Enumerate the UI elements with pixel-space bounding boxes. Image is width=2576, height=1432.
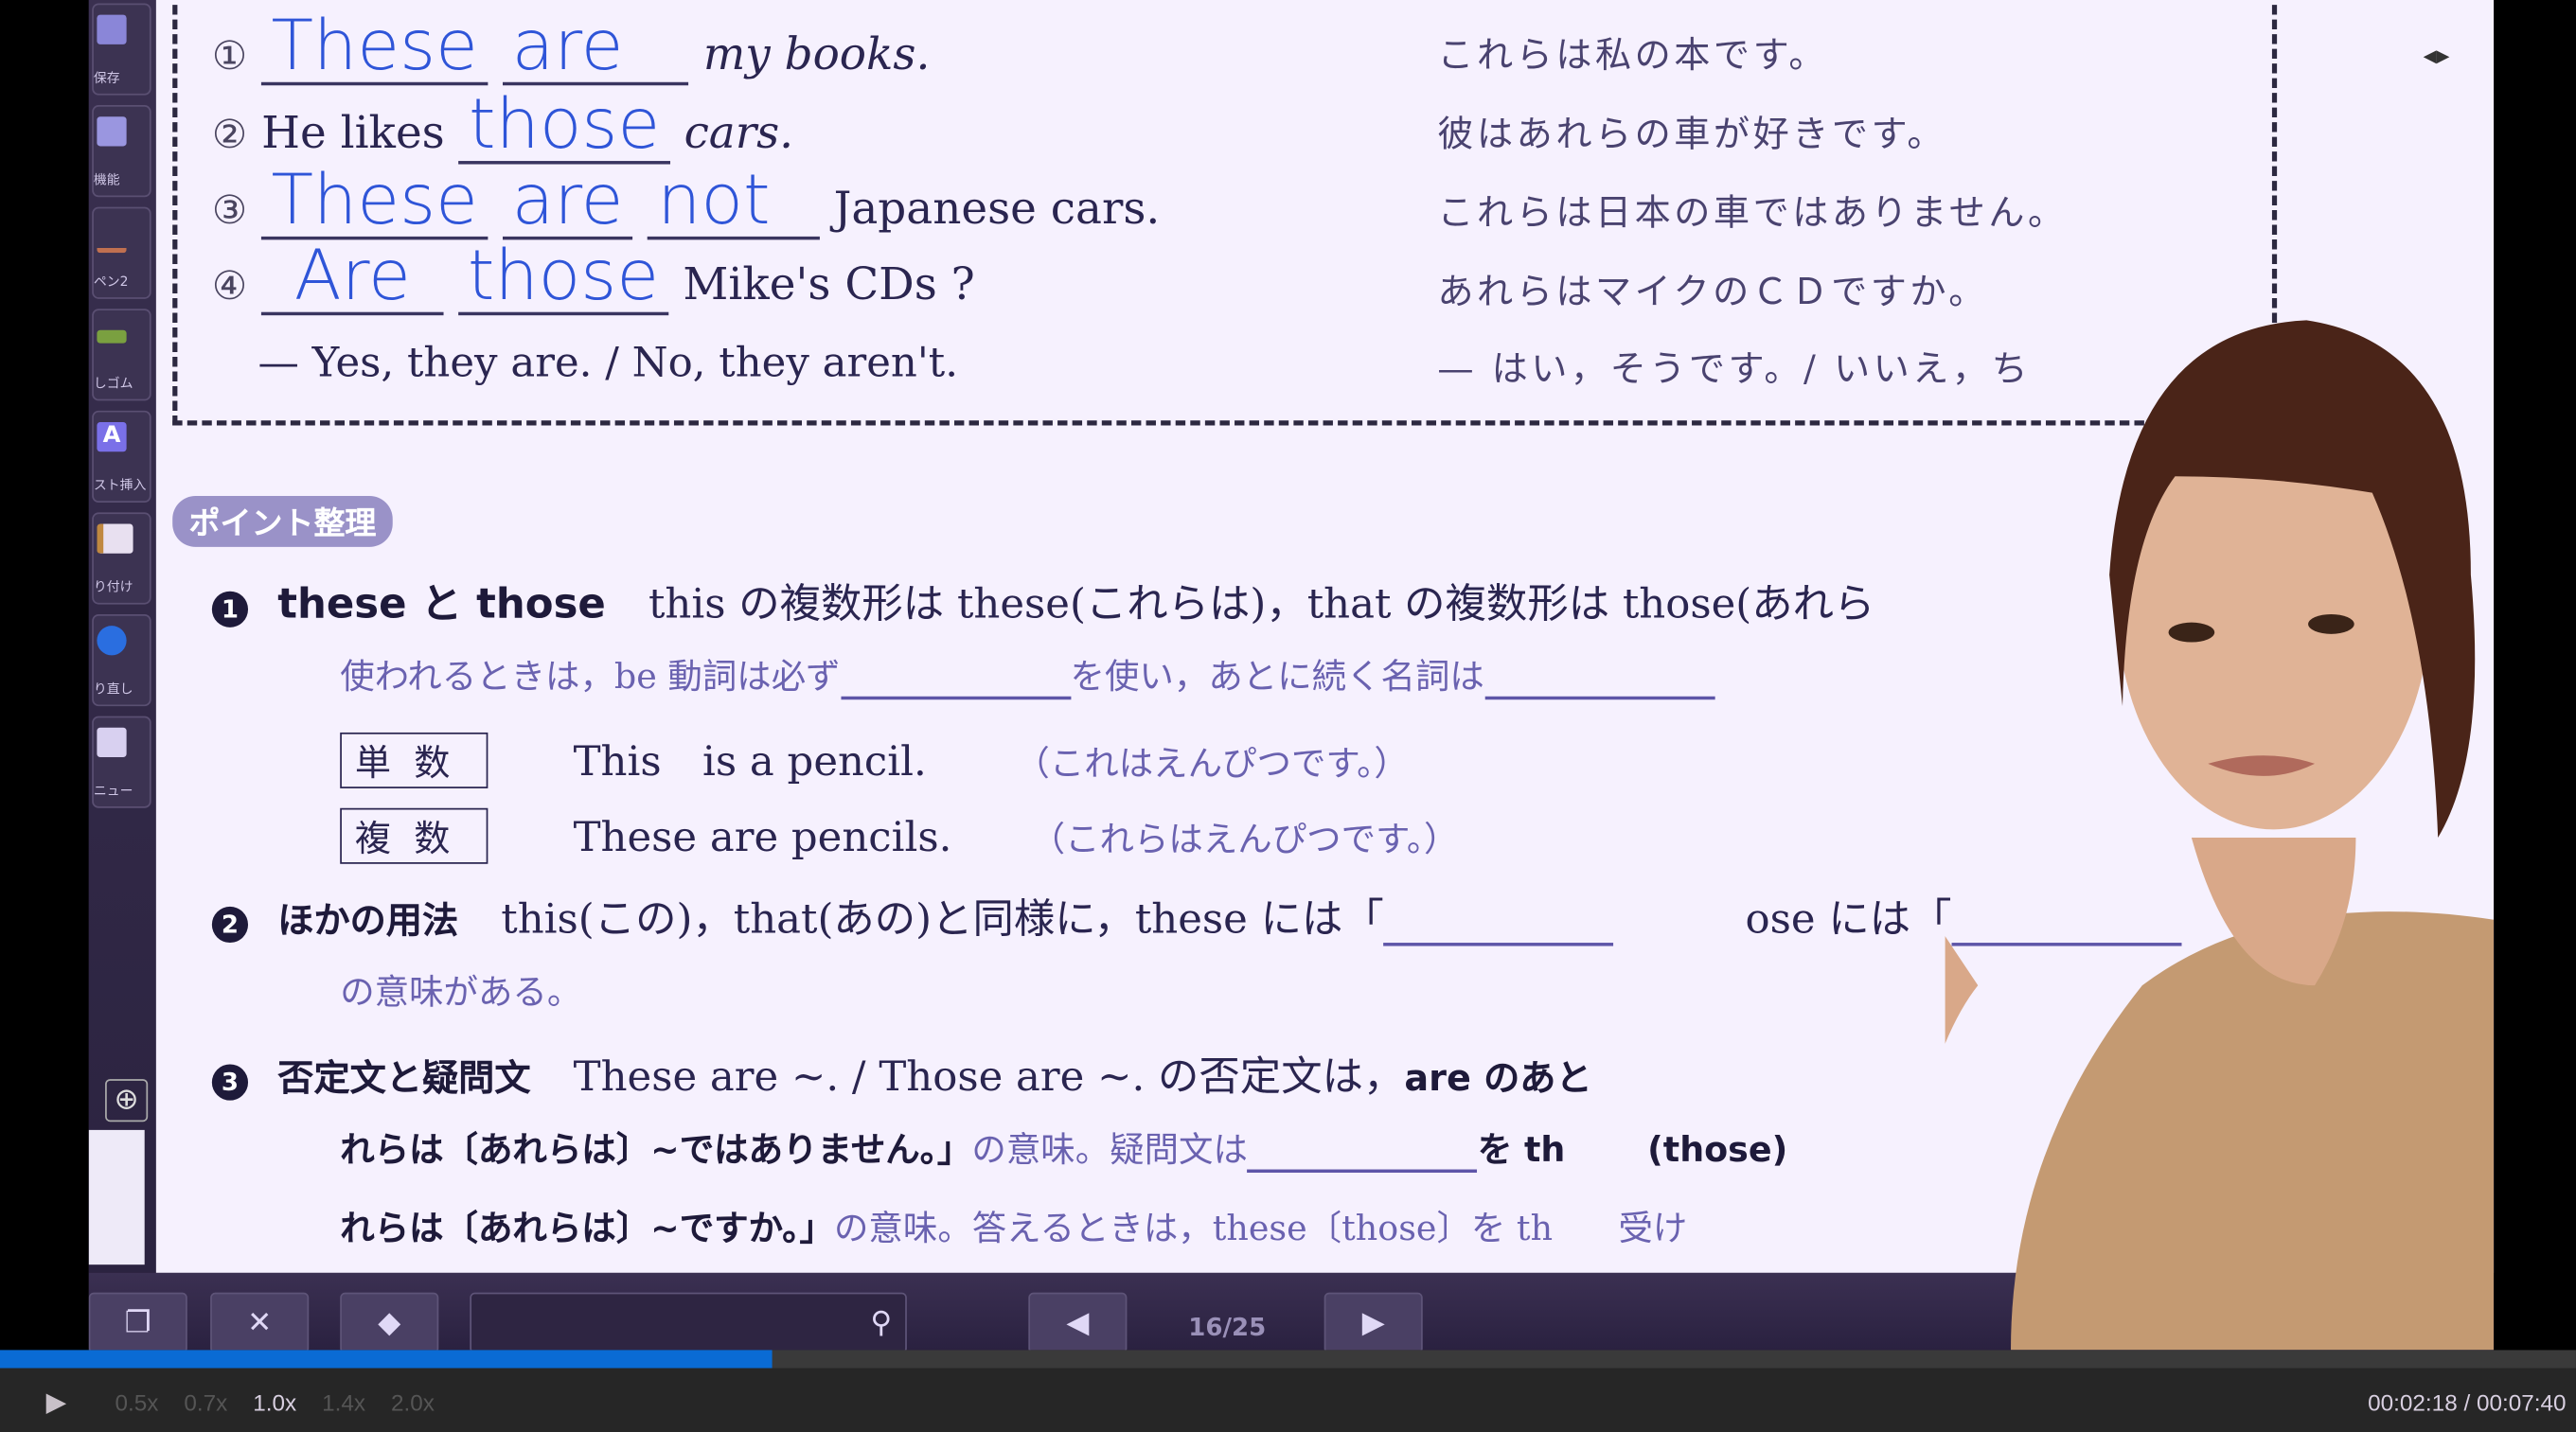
folder-icon <box>97 116 127 147</box>
point-1-line-2: 使われるときは，be 動詞は必ず を使い，あとに続く名詞は <box>340 650 1714 700</box>
time-display: 00:02:18 / 00:07:40 <box>2368 1389 2567 1416</box>
tools-icon: ✕ <box>247 1305 273 1341</box>
exercise-row-3: ③ These are not Japanese cars. <box>211 159 1161 240</box>
toolbar-eraser-button[interactable]: しゴム <box>92 309 151 401</box>
speed-option[interactable]: 2.0x <box>391 1389 435 1416</box>
move-button[interactable]: ◆ <box>340 1292 439 1351</box>
left-toolbar: 保存 機能 ペン2 しゴム A スト挿入 り付け り直し ニュー ⊕ <box>88 0 156 1273</box>
save-icon <box>97 14 127 44</box>
search-icon[interactable]: ⚲ <box>870 1294 892 1350</box>
toolbar-redo-button[interactable]: り直し <box>92 614 151 707</box>
point-2-line-1: 2 ほかの用法 this(この)，that(あの)と同様に，these には「 ose… <box>211 887 2182 946</box>
redo-icon <box>97 626 127 656</box>
menu-icon <box>97 727 127 757</box>
eraser-icon <box>97 329 127 344</box>
exercise-translation: これらは私の本です。 <box>1437 36 1829 78</box>
point-2-line-2: の意味がある。 <box>340 972 582 1012</box>
play-button[interactable]: ▶ <box>46 1387 66 1420</box>
progress-bar[interactable] <box>0 1350 2576 1369</box>
toolbar-text-insert-button[interactable]: A スト挿入 <box>92 410 151 504</box>
speed-option[interactable]: 0.5x <box>115 1389 158 1416</box>
instructor-image <box>1945 320 2495 1351</box>
page-thumbnail[interactable] <box>88 1129 145 1265</box>
point-3-line-2: れらは〔あれらは〕~ではありません。」の意味。疑問文はを th (those) <box>340 1123 1787 1174</box>
blank-field <box>840 663 1071 700</box>
toolbar-menu-button[interactable]: ニュー <box>92 716 151 808</box>
exercise-translation: これらは日本の車ではありません。 <box>1437 193 2068 236</box>
pages-button[interactable]: ❐ <box>88 1292 187 1351</box>
pages-icon: ❐ <box>124 1305 151 1341</box>
point-3-line-3: れらは〔あれらは〕~ですか。」の意味。答えるときは，these〔those〕を … <box>340 1209 1688 1248</box>
blank-field <box>1247 1137 1478 1174</box>
search-field[interactable]: ⚲ <box>470 1292 907 1351</box>
progress-fill <box>0 1350 773 1369</box>
sweater <box>2011 911 2495 1351</box>
move-icon: ◆ <box>378 1305 401 1341</box>
blank-field <box>1483 663 1714 700</box>
play-icon: ▶ <box>45 1389 66 1418</box>
lesson-video[interactable]: 保存 機能 ペン2 しゴム A スト挿入 り付け り直し ニュー ⊕ ◂▸ ① T… <box>88 0 2495 1351</box>
exercise-row-2: ② He likes those cars. <box>211 83 794 165</box>
exercise-translation: あれらはマイクのＣＤですか。 <box>1437 273 1988 314</box>
previous-page-button[interactable]: ◀ <box>1028 1292 1128 1351</box>
pen-icon <box>97 219 127 254</box>
next-page-button[interactable]: ▶ <box>1324 1292 1423 1351</box>
point-1-singular: 単数 This is a pencil. （これはえんぴつです。） <box>340 729 1409 788</box>
paste-icon <box>97 523 133 554</box>
exercise-reply-translation: — はい，そうです。/ いいえ，ち <box>1437 349 2032 392</box>
triangle-left-icon: ◀ <box>1066 1305 1090 1341</box>
toolbar-paste-button[interactable]: り付け <box>92 512 151 605</box>
point-summary-badge: ポイント整理 <box>172 496 393 547</box>
blank-field <box>1383 910 1614 946</box>
speed-option[interactable]: 1.4x <box>322 1389 365 1416</box>
exercise-translation: 彼はあれらの車が好きです。 <box>1437 115 1947 156</box>
toolbar-function-button[interactable]: 機能 <box>92 105 151 198</box>
triangle-right-icon: ▶ <box>1361 1305 1385 1341</box>
add-page-button[interactable]: ⊕ <box>105 1079 149 1123</box>
exercise-reply: — Yes, they are. / No, they aren't. <box>258 338 958 386</box>
point-1-line-1: 1 these と those this の複数形は these(これらは)，tha… <box>211 572 1875 630</box>
tools-button[interactable]: ✕ <box>210 1292 310 1351</box>
arm <box>1945 936 1979 1044</box>
point-1-plural: 複数 These are pencils. （これらはえんぴつです。） <box>340 807 1459 864</box>
exercise-row-4: ④ Are those Mike's CDs ? <box>211 235 975 316</box>
speed-option-active[interactable]: 1.0x <box>253 1389 296 1416</box>
toolbar-pen-button[interactable]: ペン2 <box>92 206 151 299</box>
player-controls: ▶ 0.5x 0.7x 1.0x 1.4x 2.0x 00:02:18 / 00… <box>0 1368 2576 1432</box>
text-insert-icon: A <box>97 421 127 452</box>
exercise-row-1: ① These are my books. <box>211 5 931 86</box>
toolbar-save-button[interactable]: 保存 <box>92 3 151 96</box>
speed-option[interactable]: 0.7x <box>184 1389 227 1416</box>
point-3-line-1: 3 否定文と疑問文 These are ~. / Those are ~. の否定文… <box>211 1045 1592 1104</box>
sound-icon[interactable]: ◂▸ <box>2424 40 2450 71</box>
page-indicator: 16/25 <box>1188 1312 1267 1342</box>
